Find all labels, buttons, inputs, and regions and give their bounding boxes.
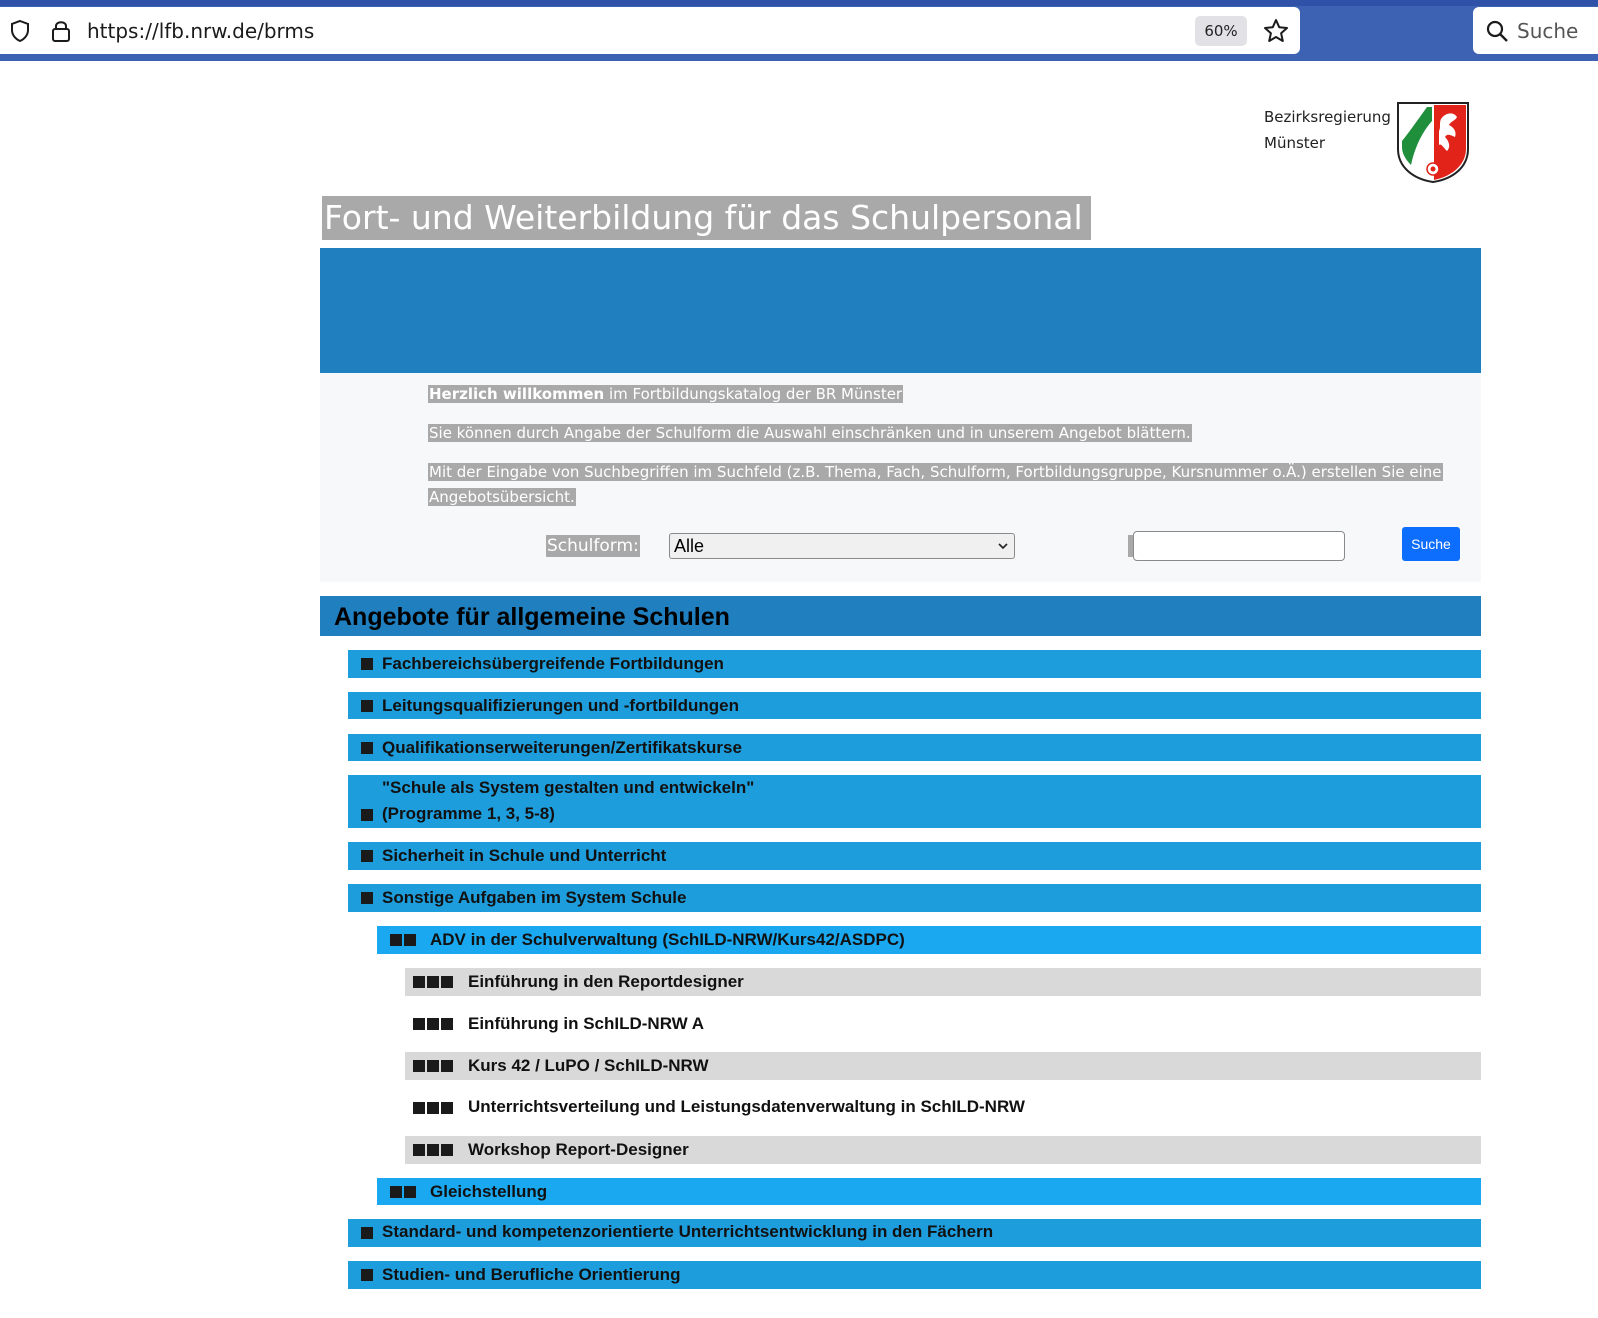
category-sicherheit[interactable]: Sicherheit in Schule und Unterricht xyxy=(348,842,1481,870)
course-label: Kurs 42 / LuPO / SchILD-NRW xyxy=(468,1056,709,1075)
intro-line-3: Mit der Eingabe von Suchbegriffen im Suc… xyxy=(428,460,1443,510)
course-label: Workshop Report-Designer xyxy=(468,1140,689,1159)
bullet-triple-square-icon xyxy=(413,1144,455,1164)
course-schild-nrw-a[interactable]: Einführung in SchILD-NRW A xyxy=(405,1010,1481,1038)
page-title: Fort- und Weiterbildung für das Schulper… xyxy=(322,196,1091,240)
header-banner xyxy=(320,248,1481,373)
category-sonstige-aufgaben[interactable]: Sonstige Aufgaben im System Schule xyxy=(348,884,1481,912)
bullet-square-icon xyxy=(361,809,375,829)
category-label: Studien- und Berufliche Orientierung xyxy=(382,1265,681,1284)
intro-line-3b: Angebotsübersicht. xyxy=(428,488,576,506)
org-name-line2: Münster xyxy=(1264,134,1326,152)
course-label: Unterrichtsverteilung und Leistungsdaten… xyxy=(468,1097,1025,1116)
bullet-triple-square-icon xyxy=(413,1102,455,1122)
bullet-square-icon xyxy=(361,1227,375,1247)
course-reportdesigner-intro[interactable]: Einführung in den Reportdesigner xyxy=(405,968,1481,996)
schulform-selected-value: Alle xyxy=(674,536,705,556)
schulform-label: Schulform: xyxy=(546,535,640,557)
course-kurs42-lupo[interactable]: Kurs 42 / LuPO / SchILD-NRW xyxy=(405,1052,1481,1080)
url-text[interactable]: https://lfb.nrw.de/brms xyxy=(87,19,314,43)
bullet-square-icon xyxy=(361,700,375,720)
bullet-triple-square-icon xyxy=(413,1060,455,1080)
category-unterrichtsentwicklung[interactable]: Standard- und kompetenzorientierte Unter… xyxy=(348,1219,1481,1247)
course-label: Einführung in SchILD-NRW A xyxy=(468,1014,705,1033)
category-label: Qualifikationserweiterungen/Zertifikatsk… xyxy=(382,738,742,757)
bullet-square-icon xyxy=(361,1269,375,1289)
welcome-bold: Herzlich willkommen xyxy=(429,385,605,403)
nrw-crest-logo[interactable] xyxy=(1395,101,1471,183)
org-name: Bezirksregierung Münster xyxy=(1264,104,1391,156)
intro-line-2: Sie können durch Angabe der Schulform di… xyxy=(428,421,1192,446)
category-fachbereichsuebergreifend[interactable]: Fachbereichsübergreifende Fortbildungen xyxy=(348,650,1481,678)
subcategory-label: ADV in der Schulverwaltung (SchILD-NRW/K… xyxy=(430,930,905,949)
zoom-level-button[interactable]: 60% xyxy=(1195,16,1247,46)
bullet-double-square-icon xyxy=(390,934,418,954)
bullet-double-square-icon xyxy=(390,1186,418,1206)
category-label: Standard- und kompetenzorientierte Unter… xyxy=(382,1222,994,1241)
bullet-square-icon xyxy=(361,658,375,678)
category-label-line2: (Programme 1, 3, 5-8) xyxy=(382,804,555,823)
catalog-search-input[interactable] xyxy=(1133,531,1345,561)
category-label: Sonstige Aufgaben im System Schule xyxy=(382,888,687,907)
shield-icon[interactable] xyxy=(8,19,32,43)
category-studien-berufsorientierung[interactable]: Studien- und Berufliche Orientierung xyxy=(348,1261,1481,1289)
bullet-square-icon xyxy=(361,850,375,870)
category-label: Fachbereichsübergreifende Fortbildungen xyxy=(382,654,724,673)
subcategory-gleichstellung[interactable]: Gleichstellung xyxy=(377,1178,1481,1205)
course-label: Einführung in den Reportdesigner xyxy=(468,972,744,991)
category-label: Sicherheit in Schule und Unterricht xyxy=(382,846,667,865)
category-label: Leitungsqualifizierungen und -fortbildun… xyxy=(382,696,739,715)
course-workshop-report-designer[interactable]: Workshop Report-Designer xyxy=(405,1136,1481,1164)
bullet-square-icon xyxy=(361,892,375,912)
schulform-select[interactable]: Alle xyxy=(669,533,1015,559)
lock-icon[interactable] xyxy=(50,19,72,43)
search-icon xyxy=(1486,20,1508,42)
address-bar[interactable]: https://lfb.nrw.de/brms 60% xyxy=(0,7,1300,54)
bullet-square-icon xyxy=(361,742,375,762)
subcategory-adv-schulverwaltung[interactable]: ADV in der Schulverwaltung (SchILD-NRW/K… xyxy=(377,926,1481,954)
bullet-triple-square-icon xyxy=(413,1018,455,1038)
course-unterrichtsverteilung[interactable]: Unterrichtsverteilung und Leistungsdaten… xyxy=(405,1094,1481,1122)
category-leitungsqualifizierungen[interactable]: Leitungsqualifizierungen und -fortbildun… xyxy=(348,692,1481,719)
intro-line-2-text: Sie können durch Angabe der Schulform di… xyxy=(428,424,1192,442)
welcome-rest: im Fortbildungskatalog der BR Münster xyxy=(604,385,903,403)
org-name-line1: Bezirksregierung xyxy=(1264,108,1391,126)
browser-top-strip xyxy=(0,0,1598,6)
browser-toolbar: https://lfb.nrw.de/brms 60% Suche xyxy=(0,0,1598,61)
welcome-text: Herzlich willkommen im Fortbildungskatal… xyxy=(428,382,904,407)
bookmark-star-icon[interactable] xyxy=(1262,17,1290,45)
subcategory-label: Gleichstellung xyxy=(430,1182,548,1201)
bullet-triple-square-icon xyxy=(413,976,455,996)
category-qualifikationserweiterungen[interactable]: Qualifikationserweiterungen/Zertifikatsk… xyxy=(348,734,1481,761)
search-placeholder: Suche xyxy=(1517,19,1579,43)
category-label: "Schule als System gestalten und entwick… xyxy=(382,778,755,797)
browser-search-box[interactable]: Suche xyxy=(1473,7,1598,54)
chevron-down-icon xyxy=(998,543,1008,550)
section-heading: Angebote für allgemeine Schulen xyxy=(320,596,1481,636)
search-button[interactable]: Suche xyxy=(1402,527,1460,561)
intro-line-3a: Mit der Eingabe von Suchbegriffen im Suc… xyxy=(428,463,1443,481)
category-schule-als-system[interactable]: "Schule als System gestalten und entwick… xyxy=(348,775,1481,828)
